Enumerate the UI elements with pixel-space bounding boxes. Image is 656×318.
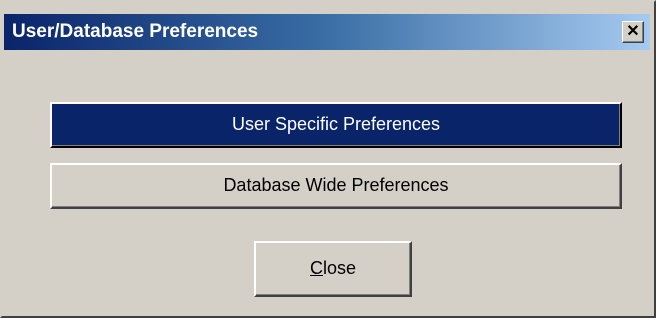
user-specific-preferences-button[interactable]: User Specific Preferences <box>50 102 622 148</box>
database-wide-preferences-button[interactable]: Database Wide Preferences <box>50 163 622 209</box>
close-button[interactable]: Close <box>254 241 412 297</box>
user-specific-preferences-label: User Specific Preferences <box>231 114 441 134</box>
close-button-label-rest: lose <box>322 258 357 278</box>
title-bar[interactable]: User/Database Preferences ✕ <box>4 14 650 50</box>
preferences-dialog: User/Database Preferences ✕ User Specifi… <box>0 0 656 318</box>
dialog-title: User/Database Preferences <box>12 21 259 42</box>
close-button-mnemonic: C <box>309 258 323 278</box>
close-icon[interactable]: ✕ <box>622 21 644 43</box>
database-wide-preferences-label: Database Wide Preferences <box>223 175 449 195</box>
